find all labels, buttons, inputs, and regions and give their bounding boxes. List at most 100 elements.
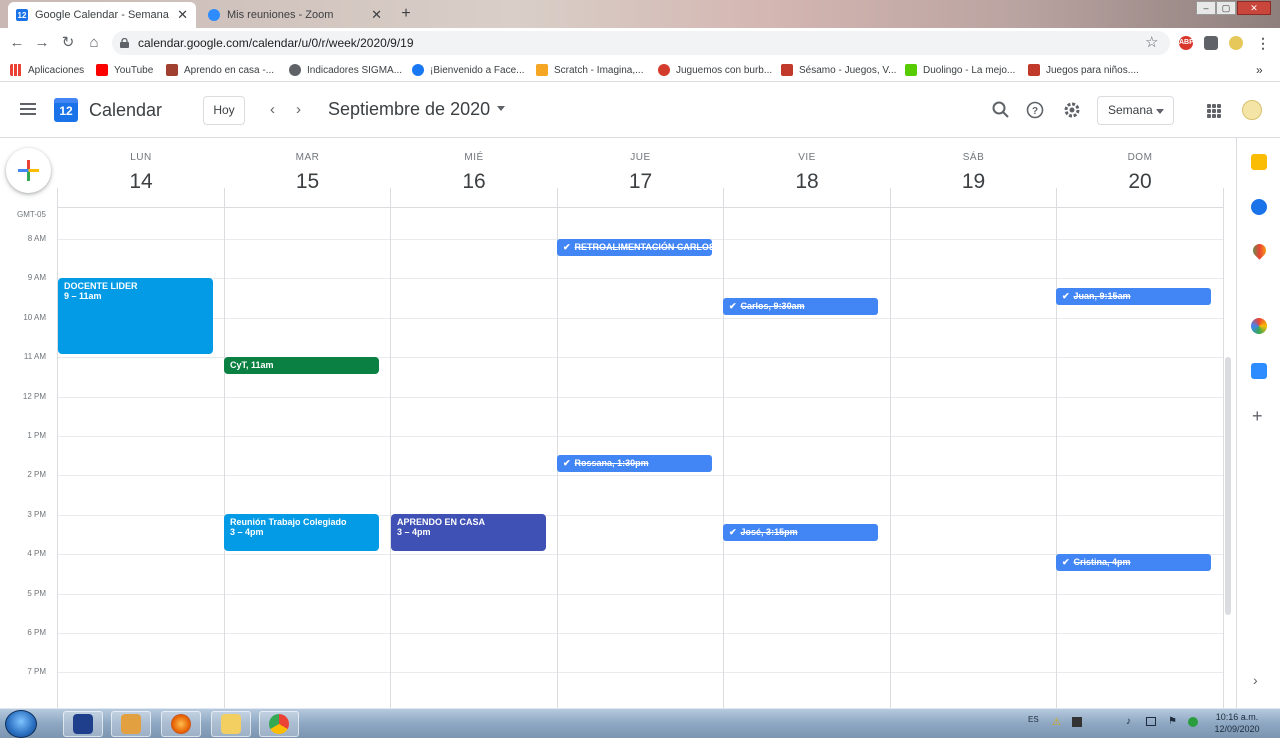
tab-google-calendar[interactable]: 12 Google Calendar - Semana del 1... ✕ bbox=[8, 2, 196, 28]
event-reunion-trabajo-colegiado[interactable]: Reunión Trabajo Colegiado 3 – 4pm bbox=[224, 514, 379, 551]
day-header-vie[interactable]: VIE 18 bbox=[724, 148, 890, 208]
network-icon[interactable] bbox=[1146, 717, 1156, 726]
forward-arrow-icon[interactable]: → bbox=[33, 34, 51, 52]
search-icon[interactable] bbox=[991, 100, 1011, 120]
taskbar-media-player[interactable] bbox=[111, 711, 151, 737]
task-retroalimentacion-carlos[interactable]: ✔ RETROALIMENTACIÓN CARLOS bbox=[557, 239, 712, 256]
view-selector[interactable]: Semana bbox=[1097, 96, 1174, 125]
bookmark-indicadores-sigma[interactable]: Indicadores SIGMA... bbox=[289, 62, 402, 78]
language-indicator[interactable]: ES bbox=[1028, 715, 1039, 724]
bookmark-juegos-para-ninos[interactable]: Juegos para niños.... bbox=[1028, 62, 1139, 78]
create-event-button[interactable] bbox=[6, 148, 51, 193]
apps-grid-icon bbox=[10, 64, 22, 76]
month-title[interactable]: Septiembre de 2020 bbox=[328, 99, 490, 120]
calendar-logo-icon[interactable]: 12 bbox=[54, 98, 78, 122]
task-carlos[interactable]: ✔ Carlos, 9:30am bbox=[723, 298, 878, 315]
bookmark-apps[interactable]: Aplicaciones bbox=[10, 62, 84, 78]
bookmark-youtube[interactable]: YouTube bbox=[96, 62, 153, 78]
day-of-week-label: VIE bbox=[798, 152, 816, 163]
bookmark-aprendo-en-casa[interactable]: Aprendo en casa -... bbox=[166, 62, 274, 78]
start-button[interactable] bbox=[5, 710, 37, 738]
task-cristina[interactable]: ✔ Cristina, 4pm bbox=[1056, 554, 1211, 571]
zoom-addon-icon[interactable] bbox=[1251, 363, 1267, 379]
taskbar-clock[interactable]: 10:16 a.m. 12/09/2020 bbox=[1212, 711, 1262, 735]
close-window-button[interactable]: ✕ bbox=[1237, 1, 1271, 15]
url-field[interactable]: calendar.google.com/calendar/u/0/r/week/… bbox=[112, 31, 1170, 55]
addon-star-icon[interactable] bbox=[1251, 318, 1267, 334]
taskbar-file-explorer[interactable] bbox=[211, 711, 251, 737]
bookmark-star-icon[interactable]: ☆ bbox=[1145, 33, 1158, 51]
tray-app-icon[interactable] bbox=[1072, 717, 1082, 727]
grid-scrollbar[interactable] bbox=[1225, 357, 1231, 615]
minimize-button[interactable]: – bbox=[1196, 1, 1216, 15]
expand-panel-chevron-icon[interactable]: › bbox=[1253, 672, 1258, 688]
bookmark-juguemos-con-burbujas[interactable]: Juguemos con burb... bbox=[658, 62, 772, 78]
day-number[interactable]: 17 bbox=[558, 170, 724, 194]
puzzle-extensions-icon[interactable] bbox=[1204, 36, 1218, 50]
kebab-menu-icon[interactable]: ⋮ bbox=[1256, 36, 1270, 50]
day-header-dom[interactable]: DOM 20 bbox=[1057, 148, 1223, 208]
bookmark-sesamo[interactable]: Sésamo - Juegos, V... bbox=[781, 62, 896, 78]
bookmark-facebook[interactable]: ¡Bienvenido a Face... bbox=[412, 62, 525, 78]
volume-icon[interactable]: ♪ bbox=[1126, 716, 1131, 727]
taskbar-screen-recorder[interactable] bbox=[63, 711, 103, 737]
google-apps-icon[interactable] bbox=[1207, 104, 1221, 118]
maximize-button[interactable]: ▢ bbox=[1216, 1, 1236, 15]
back-arrow-icon[interactable]: ← bbox=[8, 34, 26, 52]
calendar-favicon-icon: 12 bbox=[16, 9, 28, 21]
day-header-mié[interactable]: MIÉ 16 bbox=[391, 148, 557, 208]
help-icon[interactable]: ? bbox=[1025, 100, 1045, 120]
day-number[interactable]: 18 bbox=[724, 170, 890, 194]
keep-icon[interactable] bbox=[1251, 154, 1267, 170]
task-rossana[interactable]: ✔ Rossana, 1:30pm bbox=[557, 455, 712, 472]
event-docente-lider[interactable]: DOCENTE LIDER 9 – 11am bbox=[58, 278, 213, 354]
flag-icon[interactable]: ⚑ bbox=[1168, 716, 1177, 727]
calendar-header: 12 Calendar Hoy ‹ › Septiembre de 2020 ?… bbox=[0, 83, 1280, 138]
account-avatar[interactable] bbox=[1242, 100, 1262, 120]
day-header-sáb[interactable]: SÁB 19 bbox=[891, 148, 1057, 208]
shield-icon[interactable] bbox=[1188, 717, 1198, 727]
day-of-week-label: MIÉ bbox=[464, 152, 484, 163]
day-header-jue[interactable]: JUE 17 bbox=[558, 148, 724, 208]
day-number[interactable]: 15 bbox=[225, 170, 391, 194]
previous-week-chevron-icon[interactable]: ‹ bbox=[270, 101, 275, 118]
event-aprendo-en-casa[interactable]: APRENDO EN CASA 3 – 4pm bbox=[391, 514, 546, 551]
next-week-chevron-icon[interactable]: › bbox=[296, 101, 301, 118]
clock-date: 12/09/2020 bbox=[1214, 724, 1260, 734]
timezone-label: GMT-05 bbox=[17, 210, 46, 219]
event-cyt[interactable]: CyT, 11am bbox=[224, 357, 379, 374]
tab-zoom[interactable]: Mis reuniones - Zoom ✕ bbox=[200, 2, 390, 28]
event-title: APRENDO EN CASA bbox=[397, 517, 486, 527]
day-of-week-label: MAR bbox=[295, 152, 320, 163]
adblock-extension-icon[interactable]: ABP bbox=[1179, 36, 1194, 50]
today-button[interactable]: Hoy bbox=[203, 96, 245, 125]
maps-pin-icon[interactable] bbox=[1250, 241, 1269, 260]
new-tab-button[interactable]: + bbox=[397, 5, 415, 23]
task-juan[interactable]: ✔ Juan, 9:15am bbox=[1056, 288, 1211, 305]
day-of-week-label: SÁB bbox=[962, 152, 985, 163]
day-number[interactable]: 16 bbox=[391, 170, 557, 194]
taskbar-firefox[interactable] bbox=[161, 711, 201, 737]
bookmark-label: Scratch - Imagina,... bbox=[554, 64, 644, 76]
day-header-mar[interactable]: MAR 15 bbox=[225, 148, 391, 208]
profile-avatar-icon[interactable] bbox=[1229, 36, 1243, 50]
warning-icon[interactable]: ⚠ bbox=[1052, 717, 1061, 728]
close-tab-icon[interactable]: ✕ bbox=[371, 7, 382, 23]
day-number[interactable]: 20 bbox=[1057, 170, 1223, 194]
reload-icon[interactable]: ↻ bbox=[59, 34, 77, 52]
bookmark-duolingo[interactable]: Duolingo - La mejo... bbox=[905, 62, 1015, 78]
month-dropdown-caret-icon[interactable] bbox=[497, 106, 505, 111]
task-jose[interactable]: ✔ José, 3:15pm bbox=[723, 524, 878, 541]
taskbar-chrome[interactable] bbox=[259, 711, 299, 737]
bookmark-scratch[interactable]: Scratch - Imagina,... bbox=[536, 62, 643, 78]
close-tab-icon[interactable]: ✕ bbox=[177, 7, 188, 23]
day-number[interactable]: 19 bbox=[891, 170, 1057, 194]
settings-gear-icon[interactable] bbox=[1062, 100, 1082, 120]
tasks-icon[interactable] bbox=[1251, 199, 1267, 215]
more-bookmarks-chevron-icon[interactable]: » bbox=[1256, 62, 1263, 78]
home-icon[interactable]: ⌂ bbox=[85, 34, 103, 52]
main-menu-icon[interactable] bbox=[20, 103, 36, 115]
add-addon-plus-icon[interactable]: + bbox=[1252, 406, 1263, 427]
day-header-lun[interactable]: LUN 14 bbox=[58, 148, 224, 208]
day-number[interactable]: 14 bbox=[58, 170, 224, 194]
